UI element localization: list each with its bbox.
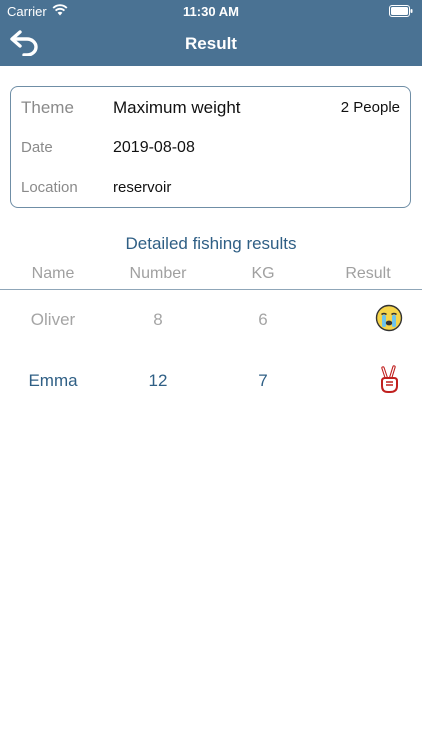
navigation-bar: Result — [0, 22, 422, 66]
date-label: Date — [21, 139, 53, 156]
clock: 11:30 AM — [183, 4, 239, 19]
section-title: Detailed fishing results — [125, 234, 297, 253]
people-count: 2 People — [340, 99, 400, 116]
theme-row: Theme Maximum weight 2 People — [11, 87, 410, 127]
cell-name: Emma — [28, 371, 78, 390]
page-title: Result — [185, 34, 237, 53]
date-value: 2019-08-08 — [113, 139, 195, 156]
status-bar: Carrier 11:30 AM — [0, 0, 422, 22]
location-label: Location — [21, 179, 78, 196]
battery-icon — [389, 5, 413, 17]
header-name: Name — [31, 265, 75, 282]
header-number: Number — [129, 265, 187, 282]
cell-name: Oliver — [30, 310, 76, 329]
location-row: Location reservoir — [11, 167, 410, 207]
table-row: Oliver 8 6 — [0, 290, 422, 350]
table-header: Name Number KG Result — [0, 265, 422, 289]
header-kg: KG — [251, 265, 275, 282]
theme-label: Theme — [21, 98, 74, 117]
table-row: Emma 12 7 — [0, 351, 422, 411]
date-row: Date 2019-08-08 — [11, 127, 410, 167]
crying-face-icon — [375, 304, 403, 332]
info-card: Theme Maximum weight 2 People Date 2019-… — [10, 86, 411, 208]
cell-kg: 6 — [258, 310, 268, 329]
location-value: reservoir — [113, 179, 172, 196]
cell-kg: 7 — [258, 371, 268, 390]
cell-number: 8 — [153, 310, 163, 329]
cell-number: 12 — [148, 371, 168, 390]
theme-value: Maximum weight — [113, 98, 241, 117]
header-result: Result — [345, 265, 391, 282]
victory-hand-icon — [381, 365, 398, 393]
